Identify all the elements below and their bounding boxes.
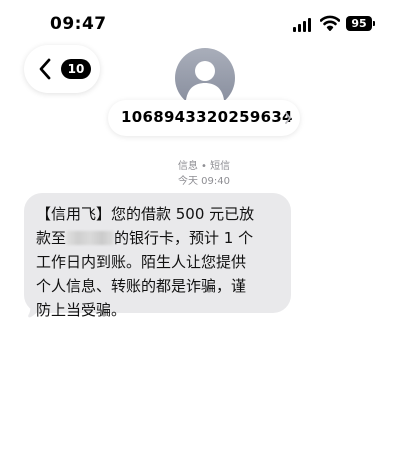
contact-details-button[interactable]: 1068943320259634	[108, 100, 300, 136]
message-line: 个人信息、转账的都是诈骗，谨	[36, 277, 247, 295]
message-timestamp: 今天 09:40	[178, 176, 230, 187]
battery-level: 95	[351, 17, 367, 30]
message-text: 款至	[36, 229, 67, 247]
avatar-person-icon	[186, 61, 224, 100]
battery-icon: 95	[346, 16, 375, 31]
chevron-right-icon	[285, 112, 291, 124]
back-chevron-icon	[39, 58, 51, 80]
message-service-label: 信息 • 短信	[177, 161, 231, 172]
message-line: 【信用飞】您的借款 500 元已放	[36, 205, 255, 223]
contact-number: 1068943320259634	[121, 108, 293, 126]
signal-icon	[293, 18, 313, 32]
message-text: 的银行卡，预计 1 个	[114, 229, 254, 247]
back-button[interactable]: 10	[24, 45, 100, 93]
wifi-icon	[319, 14, 341, 32]
message-line: 工作日内到账。陌生人让您提供	[36, 253, 247, 271]
unread-count-badge: 10	[61, 59, 91, 79]
avatar[interactable]	[175, 48, 235, 108]
message-bubble[interactable]: 【信用飞】您的借款 500 元已放 款至 的银行卡，预计 1 个 工作日内到账。陌…	[24, 193, 291, 319]
status-time: 09:47	[50, 14, 107, 34]
message-line: 款至 的银行卡，预计 1 个	[36, 226, 280, 250]
message-line: 防上当受骗。	[36, 301, 127, 319]
redacted-blur	[66, 231, 115, 245]
sms-conversation-screen: 09:47 95 10 1068943320259634 信息 • 短信 今天 …	[0, 0, 408, 465]
